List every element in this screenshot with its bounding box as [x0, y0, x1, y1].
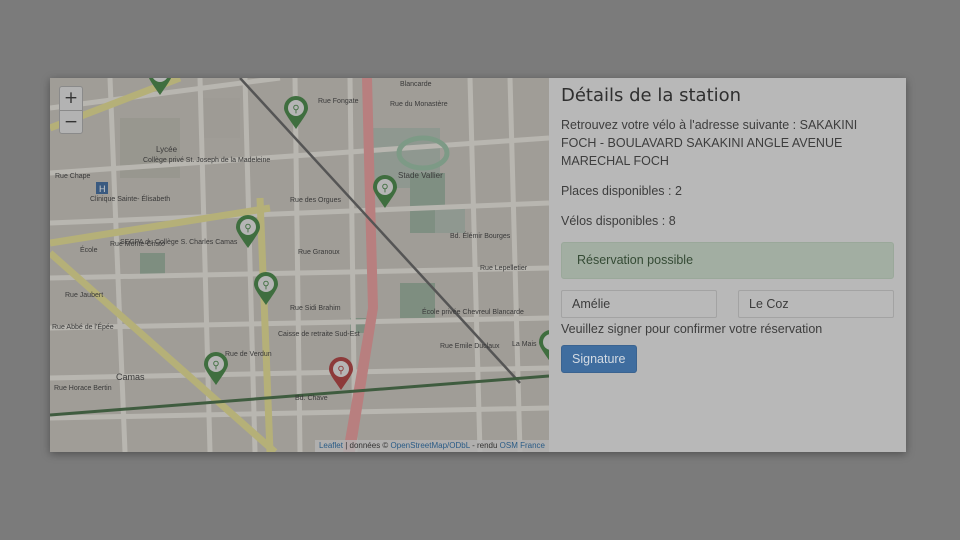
map-label-rue-abbe-epee: Rue Abbé de l'Épée [52, 322, 114, 331]
name-fields [561, 290, 894, 318]
station-marker[interactable]: ⚲ [235, 215, 261, 249]
station-marker[interactable]: ⚲ [203, 352, 229, 386]
map-label-rue-emile-duclaux: Rue Emile Duclaux [440, 343, 500, 350]
map-label-bd-boues: Bd. Élémir Bourges [450, 231, 511, 240]
osm-france-link[interactable]: OSM France [500, 441, 545, 450]
map-label-blancarde: Blancarde [400, 81, 432, 88]
map-label-rue-verdun: Rue de Verdun [225, 351, 272, 358]
details-title: Détails de la station [561, 85, 742, 106]
map-tiles[interactable]: H Rue Fongate Rue du Monastère Rue des O… [50, 78, 549, 452]
attribution-text: - rendu [469, 441, 500, 450]
signature-button[interactable]: Signature [561, 345, 637, 373]
signature-hint: Veuillez signer pour confirmer votre rés… [561, 322, 823, 336]
leaflet-link[interactable]: Leaflet [319, 441, 343, 450]
map-label-college: Collège privé St. Joseph de la Madeleine [143, 157, 270, 164]
lastname-input[interactable] [738, 290, 894, 318]
station-marker[interactable] [147, 78, 173, 96]
map-label-la-maison: La Mais [512, 341, 537, 348]
map-label-lycee: Lycée [156, 145, 178, 154]
svg-text:⚲: ⚲ [337, 365, 344, 376]
station-card: H Rue Fongate Rue du Monastère Rue des O… [50, 78, 906, 452]
map-label-stade: Stade Vallier [398, 171, 443, 180]
svg-text:⚲: ⚲ [212, 360, 219, 371]
map-label-rue-fongate: Rue Fongate [318, 98, 359, 105]
svg-text:H: H [99, 184, 106, 194]
map-label-rue-monastere: Rue du Monastère [390, 101, 448, 108]
map-attribution: Leaflet | données © OpenStreetMap/ODbL -… [314, 440, 549, 452]
station-marker-selected[interactable]: ⚲ [328, 357, 354, 391]
svg-text:⚲: ⚲ [262, 280, 269, 291]
map-label-chevreul: École privée Chevreul Blancarde [422, 307, 524, 316]
station-address: Retrouvez votre vélo à l'adresse suivant… [561, 118, 858, 168]
svg-text:⚲: ⚲ [244, 223, 251, 234]
map-label-ecole: École [80, 245, 98, 254]
zoom-control: + − [59, 86, 83, 134]
map-label-rue-sidi-brahim: Rue Sidi Brahim [290, 305, 341, 312]
map-label-rue-granoux: Rue Granoux [298, 249, 340, 256]
zoom-in-button[interactable]: + [60, 87, 82, 110]
map-label-camas: Camas [116, 372, 145, 382]
places-available: Places disponibles : 2 [561, 184, 682, 198]
reservation-status-alert: Réservation possible [561, 242, 894, 279]
station-marker[interactable]: ⚲ [283, 96, 309, 130]
bikes-available: Vélos disponibles : 8 [561, 214, 676, 228]
map-label-segpa: SEGPA du Collège S. Charles Camas [120, 239, 238, 246]
attribution-text: | données © [342, 441, 391, 450]
map-label-rue-chape: Rue Chape [55, 173, 91, 180]
svg-text:⚲: ⚲ [381, 183, 388, 194]
zoom-out-button[interactable]: − [60, 110, 82, 133]
station-details: Détails de la station Retrouvez votre vé… [549, 78, 906, 452]
map[interactable]: H Rue Fongate Rue du Monastère Rue des O… [50, 78, 549, 452]
map-label-bd-chave: Bd. Chave [295, 395, 328, 402]
map-label-rue-orgues: Rue des Orgues [290, 197, 341, 204]
map-label-rue-jaubert: Rue Jaubert [65, 292, 103, 299]
map-label-clinique: Clinique Sainte- Élisabeth [90, 194, 170, 203]
svg-text:⚲: ⚲ [292, 104, 299, 115]
station-marker[interactable]: ⚲ [253, 272, 279, 306]
osm-link[interactable]: OpenStreetMap/ODbL [391, 441, 470, 450]
map-label-rue-horace-bertin: Rue Horace Bertin [54, 385, 112, 392]
firstname-input[interactable] [561, 290, 717, 318]
map-label-rue-lepelletier: Rue Lepelletier [480, 265, 528, 272]
station-marker[interactable] [538, 330, 549, 364]
station-marker[interactable]: ⚲ [372, 175, 398, 209]
map-label-caisse: Caisse de retraite Sud-Est [278, 331, 360, 338]
